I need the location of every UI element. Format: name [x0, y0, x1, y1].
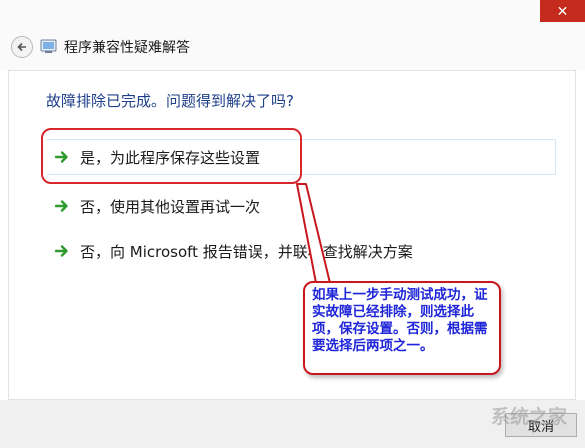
callout-pointer: [296, 183, 331, 284]
annotation-text: 如果上一步手动测试成功，证实故障已经排除，则选择此项，保存设置。否则，根据需要选…: [312, 287, 488, 354]
footer-bar: 取消 系统之家: [0, 400, 585, 448]
annotation-callout: 如果上一步手动测试成功，证实故障已经排除，则选择此项，保存设置。否则，根据需要选…: [303, 281, 501, 375]
watermark-logo: 系统之家: [490, 406, 567, 428]
